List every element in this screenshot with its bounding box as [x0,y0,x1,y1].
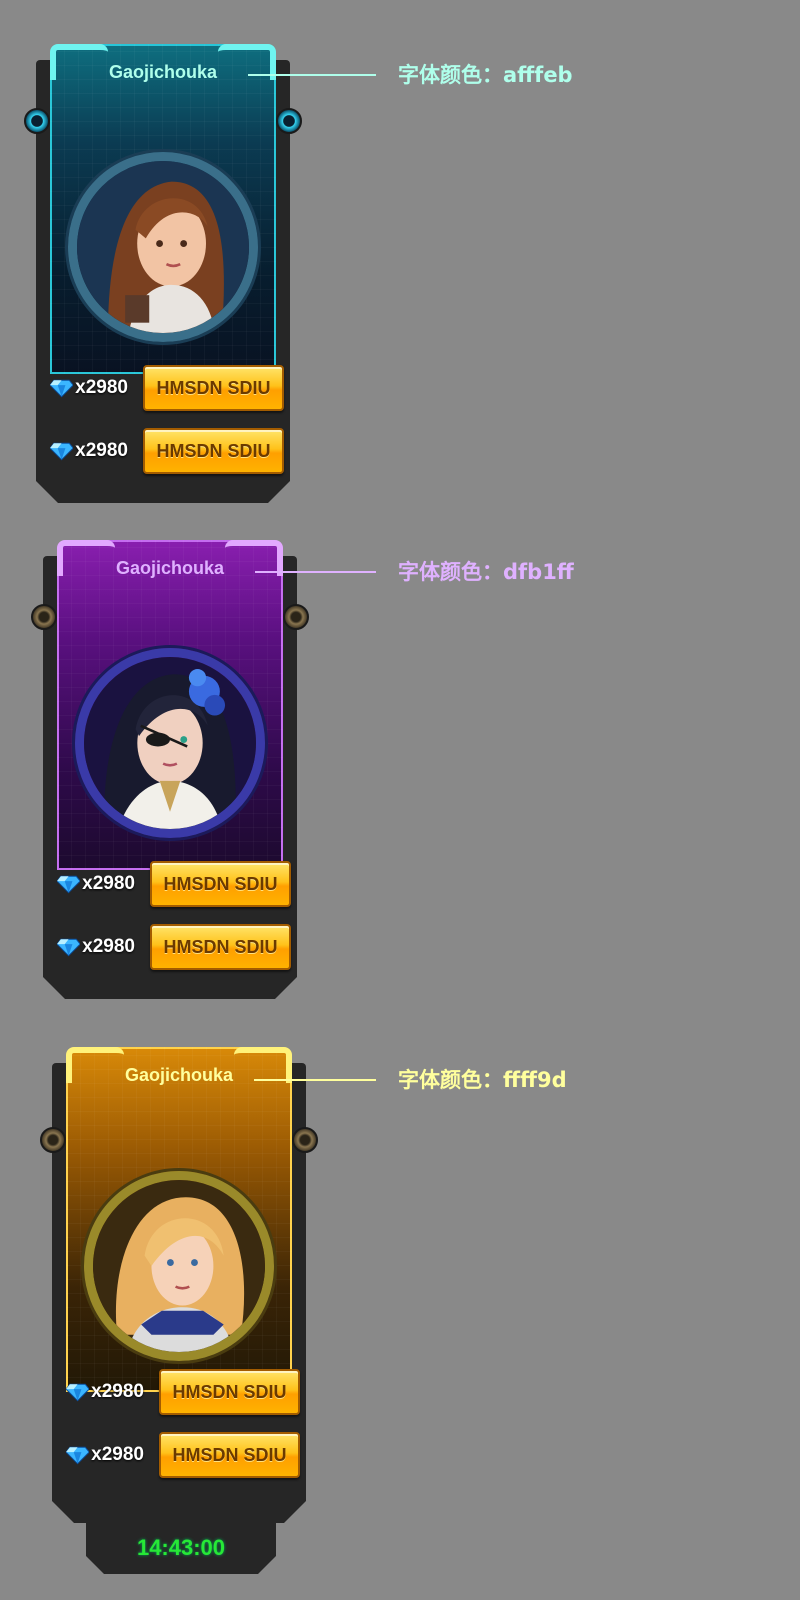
knob-icon [24,108,50,134]
timer-tab: 14:43:00 [86,1522,276,1574]
buy-button[interactable]: HMSDN SDIU [149,861,291,907]
offer-row: x2980 HMSDN SDIU [57,922,291,972]
knob-icon [31,604,57,630]
buy-button[interactable]: HMSDN SDIU [158,1432,300,1478]
price-label: x2980 [75,377,128,398]
card-title: Gaojichouka [115,558,225,578]
buy-button[interactable]: HMSDN SDIU [158,1369,300,1415]
portrait-image [75,648,265,838]
offer-row: x2980 HMSDN SDIU [50,363,284,413]
offer-row: x2980 HMSDN SDIU [50,426,284,476]
buy-button[interactable]: HMSDN SDIU [149,924,291,970]
knob-icon [40,1127,66,1153]
knob-icon [283,604,309,630]
portrait-image [84,657,256,829]
price-label: x2980 [82,873,135,894]
annotation-leader [248,74,376,76]
offer-row: x2980 HMSDN SDIU [66,1430,300,1480]
offer-row: x2980 HMSDN SDIU [66,1367,300,1417]
price-label: x2980 [91,1444,144,1465]
price-label: x2980 [91,1381,144,1402]
portrait-image [77,161,249,333]
card-purple: Gaojichouka x2980 HMSDN SDIU x2980 HMSDN… [31,536,309,999]
gem-icon [57,938,81,957]
gem-icon [66,1383,90,1402]
knob-icon [276,108,302,134]
card-title: Gaojichouka [108,62,218,82]
portrait-image [68,152,258,342]
font-color-note: 字体颜色：ffff9d [398,1068,567,1092]
price-label: x2980 [75,440,128,461]
annotation-leader [255,571,376,573]
card-blue: Gaojichouka x2980 HMSDN SDIU x2980 HMSDN… [24,40,302,503]
font-color-note: 字体颜色：afffeb [398,63,573,87]
buy-button[interactable]: HMSDN SDIU [142,365,284,411]
gem-icon [57,875,81,894]
card-title: Gaojichouka [124,1065,234,1085]
annotation-leader [254,1079,376,1081]
font-color-note: 字体颜色：dfb1ff [398,560,574,584]
knob-icon [292,1127,318,1153]
gem-icon [50,442,74,461]
portrait-image [93,1180,265,1352]
buy-button[interactable]: HMSDN SDIU [142,428,284,474]
portrait-image [84,1171,274,1361]
price-label: x2980 [82,936,135,957]
countdown-timer: 14:43:00 [136,1535,226,1560]
card-gold: Gaojichouka x2980 HMSDN SDIU x2980 HMSDN… [40,1043,318,1523]
offer-row: x2980 HMSDN SDIU [57,859,291,909]
gem-icon [66,1446,90,1465]
gem-icon [50,379,74,398]
